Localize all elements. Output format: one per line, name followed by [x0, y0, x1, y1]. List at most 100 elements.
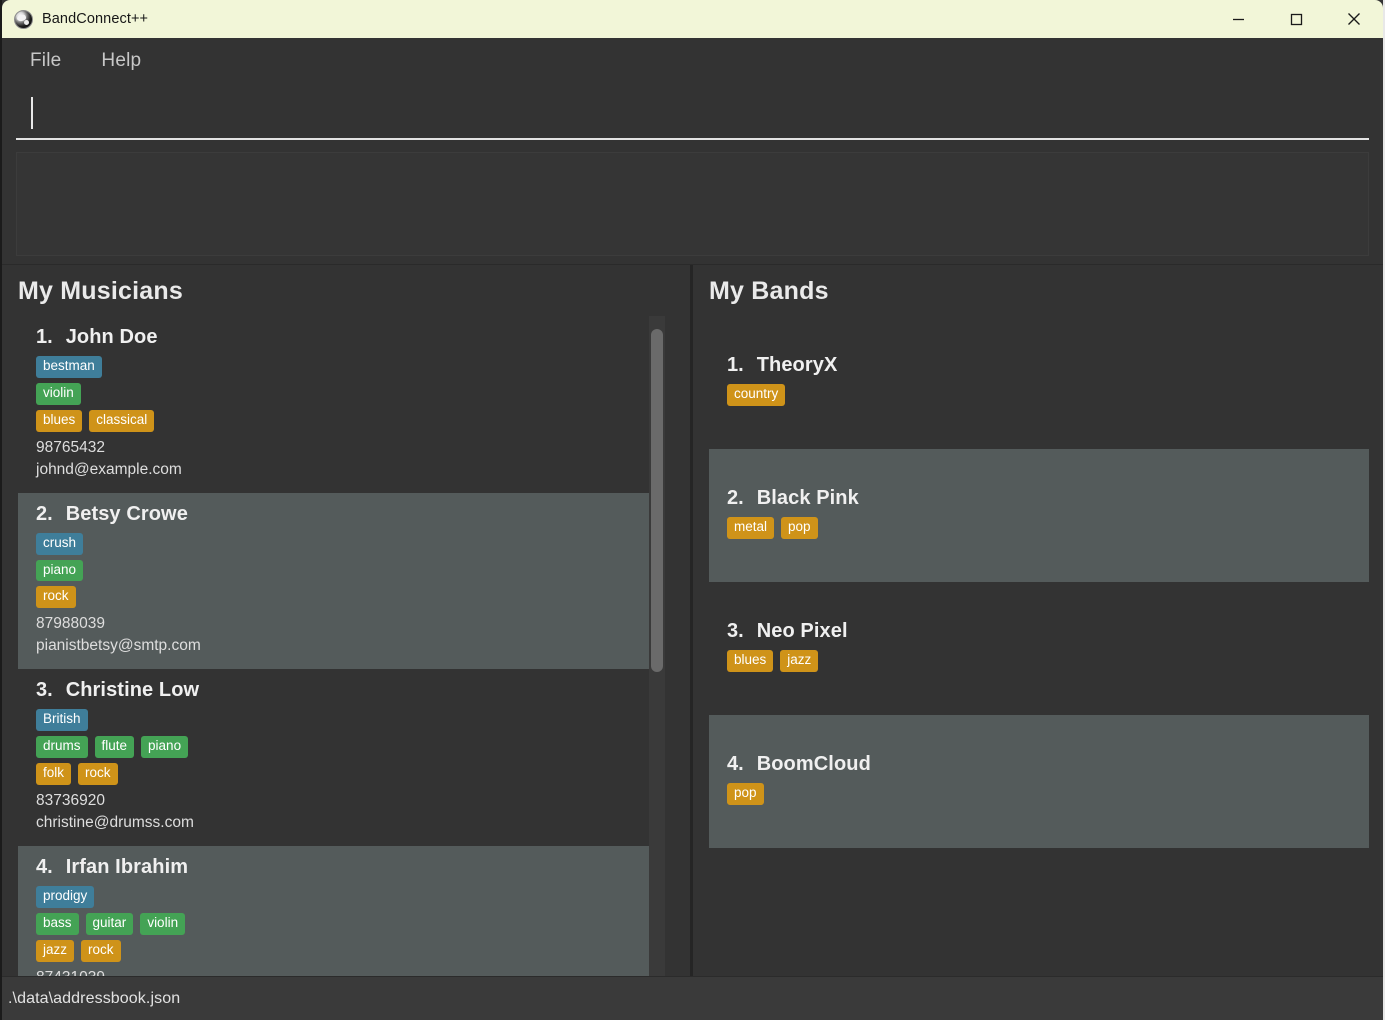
genre-tags: blues classical	[36, 409, 663, 432]
musician-name: John Doe	[65, 326, 158, 348]
genre-tag: blues	[727, 649, 774, 672]
result-display-container	[2, 146, 1383, 264]
genre-tags: country	[727, 384, 1369, 406]
musicians-list: 1. John Doe bestman violin blues classic…	[18, 316, 663, 976]
genre-tag: rock	[81, 939, 121, 962]
genre-tag: pop	[727, 782, 764, 805]
musician-card[interactable]: 4. Irfan Ibrahim prodigy bass guitar vio…	[18, 845, 663, 976]
musician-phone: 83736920	[36, 791, 105, 809]
genre-tag: folk	[36, 763, 72, 785]
musician-card-header: 2. Betsy Crowe	[36, 503, 663, 526]
bands-panel: My Bands 1. TheoryX country 2. Black Pin…	[693, 265, 1383, 976]
nickname-tag: prodigy	[36, 885, 95, 908]
title-bar: BandConnect++	[2, 0, 1383, 38]
genre-tags: folk rock	[36, 763, 663, 785]
globe-icon	[14, 9, 33, 29]
genre-tag: jazz	[780, 649, 819, 672]
result-display	[16, 152, 1369, 256]
instrument-tag: piano	[36, 559, 84, 582]
instrument-tag: drums	[36, 736, 88, 758]
musician-name: Irfan Ibrahim	[65, 855, 189, 878]
nickname-tag: British	[36, 709, 88, 732]
band-card[interactable]: 4. BoomCloud pop	[709, 714, 1369, 848]
musician-card[interactable]: 3. Christine Low British drums flute pia…	[18, 669, 663, 846]
bands-panel-title: My Bands	[709, 277, 829, 305]
window-title: BandConnect++	[42, 11, 149, 27]
menu-bar: File Help	[2, 38, 1383, 84]
musician-card-header: 3. Christine Low	[36, 679, 663, 702]
genre-tag: rock	[78, 763, 118, 785]
genre-tags: pop	[727, 782, 1369, 805]
status-bar: .\data\addressbook.json	[2, 976, 1383, 1020]
bands-list-scroll: 1. TheoryX country 2. Black Pink metal p…	[693, 316, 1383, 976]
command-input-container	[2, 84, 1383, 146]
genre-tags: blues jazz	[727, 649, 1369, 672]
band-card-header: 2. Black Pink	[727, 487, 1369, 510]
musician-card[interactable]: 1. John Doe bestman violin blues classic…	[18, 316, 663, 493]
command-input[interactable]	[16, 88, 1369, 140]
instrument-tag: guitar	[85, 912, 134, 935]
musicians-list-scroll: 1. John Doe bestman violin blues classic…	[2, 316, 690, 976]
instrument-tag: flute	[94, 736, 135, 758]
genre-tag: rock	[36, 586, 76, 609]
musician-phone: 98765432	[36, 438, 105, 456]
bands-list: 1. TheoryX country 2. Black Pink metal p…	[709, 316, 1369, 848]
main-content: My Musicians 1. John Doe bestman violin	[2, 264, 1383, 976]
band-name: BoomCloud	[756, 752, 871, 775]
genre-tags: jazz rock	[36, 939, 663, 962]
musicians-scrollbar-thumb[interactable]	[651, 329, 663, 673]
musician-name: Christine Low	[65, 679, 200, 702]
genre-tag: metal	[727, 516, 775, 539]
menu-item-help[interactable]: Help	[87, 47, 155, 75]
instrument-tag: bass	[36, 912, 79, 935]
musician-card-header: 1. John Doe	[36, 326, 663, 349]
musician-card-header: 4. Irfan Ibrahim	[36, 856, 663, 879]
genre-tags: metal pop	[727, 516, 1369, 539]
genre-tag: pop	[781, 516, 818, 539]
band-index: 3.	[727, 619, 744, 642]
musicians-panel: My Musicians 1. John Doe bestman violin	[2, 265, 693, 976]
musician-email: christine@drumss.com	[36, 813, 194, 831]
maximize-button[interactable]	[1267, 0, 1325, 38]
minimize-button[interactable]	[1209, 0, 1267, 38]
musicians-scrollbar-track[interactable]	[649, 316, 665, 976]
nickname-tags: British	[36, 709, 663, 732]
window-controls	[1209, 0, 1383, 38]
band-name: Black Pink	[756, 486, 859, 509]
genre-tag: jazz	[36, 939, 75, 962]
instrument-tags: piano	[36, 559, 663, 582]
band-index: 2.	[727, 486, 744, 509]
band-card[interactable]: 3. Neo Pixel blues jazz	[709, 581, 1369, 715]
band-card[interactable]: 1. TheoryX country	[709, 316, 1369, 449]
close-button[interactable]	[1325, 0, 1383, 38]
status-bar-path: .\data\addressbook.json	[8, 989, 181, 1007]
musicians-panel-title: My Musicians	[18, 277, 183, 305]
musician-email: johnd@example.com	[36, 460, 182, 478]
band-name: TheoryX	[756, 354, 838, 376]
band-index: 4.	[727, 752, 744, 775]
band-card[interactable]: 2. Black Pink metal pop	[709, 448, 1369, 582]
nickname-tags: crush	[36, 532, 663, 555]
musician-index: 2.	[36, 502, 53, 525]
nickname-tags: bestman	[36, 356, 663, 378]
band-card-header: 1. TheoryX	[727, 354, 1369, 377]
title-bar-left: BandConnect++	[2, 9, 1209, 29]
band-index: 1.	[727, 354, 744, 376]
band-card-header: 3. Neo Pixel	[727, 620, 1369, 643]
genre-tag: country	[727, 384, 786, 406]
musician-phone: 87988039	[36, 615, 105, 633]
instrument-tags: drums flute piano	[36, 736, 663, 758]
nickname-tag: bestman	[36, 356, 102, 378]
musician-card[interactable]: 2. Betsy Crowe crush piano rock 87988039	[18, 492, 663, 670]
nickname-tag: crush	[36, 532, 84, 555]
musician-email: pianistbetsy@smtp.com	[36, 637, 201, 655]
genre-tag: classical	[89, 409, 155, 432]
text-caret	[31, 97, 33, 129]
instrument-tag: piano	[141, 736, 189, 758]
instrument-tag: violin	[140, 912, 186, 935]
menu-item-file[interactable]: File	[16, 47, 75, 75]
nickname-tags: prodigy	[36, 885, 663, 908]
instrument-tags: violin	[36, 382, 663, 405]
band-card-header: 4. BoomCloud	[727, 753, 1369, 776]
application-window: BandConnect++ File Help My Musicians 1. …	[0, 0, 1385, 1020]
